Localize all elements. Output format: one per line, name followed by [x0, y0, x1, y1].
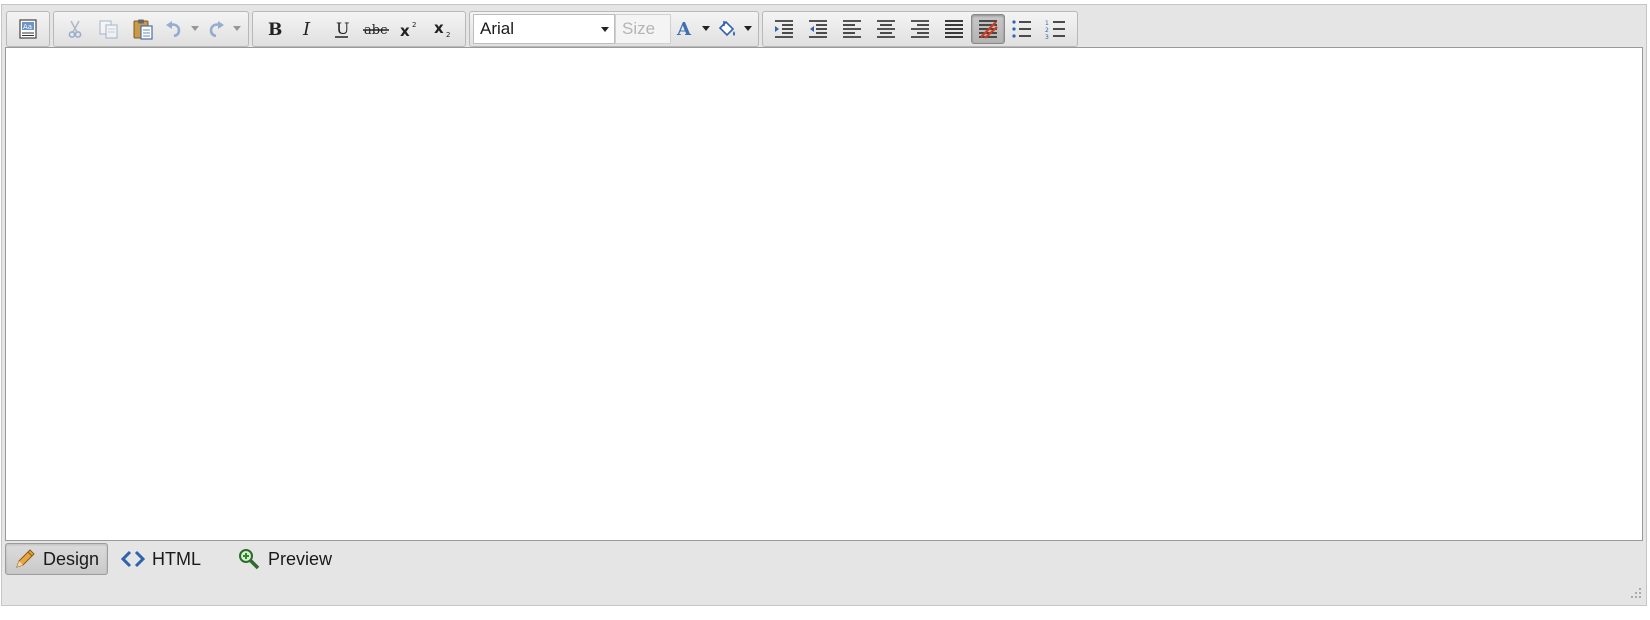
- editor-content-area[interactable]: [5, 47, 1643, 541]
- tab-preview-label: Preview: [268, 548, 333, 569]
- tab-preview[interactable]: Preview: [228, 543, 341, 575]
- bold-button[interactable]: B: [257, 14, 291, 44]
- chevron-down-icon: [233, 26, 241, 31]
- align-right-icon: [911, 20, 929, 38]
- font-size-select[interactable]: Size: [615, 14, 671, 44]
- strikethrough-icon: abc: [363, 23, 389, 38]
- clear-formatting-button[interactable]: [971, 14, 1005, 44]
- pencil-icon: [14, 548, 36, 570]
- indent-button[interactable]: [767, 14, 801, 44]
- svg-text:U: U: [336, 19, 349, 38]
- svg-text:x: x: [434, 19, 444, 37]
- svg-text:2: 2: [1045, 27, 1049, 34]
- font-name-value: Arial: [480, 19, 515, 38]
- svg-text:Aa: Aa: [23, 23, 32, 31]
- bold-icon: B: [268, 20, 282, 39]
- justify-button[interactable]: [937, 14, 971, 44]
- highlight-color-dropdown[interactable]: [741, 14, 755, 44]
- superscript-button[interactable]: x 2: [393, 14, 427, 44]
- align-center-icon: [877, 20, 895, 38]
- tab-design[interactable]: Design: [5, 543, 109, 575]
- indent-icon: [775, 20, 793, 38]
- font-color-button[interactable]: A: [671, 14, 699, 44]
- align-left-button[interactable]: [835, 14, 869, 44]
- svg-text:1: 1: [1045, 20, 1049, 27]
- cut-icon: [68, 20, 82, 38]
- tab-design-label: Design: [43, 548, 100, 569]
- undo-icon: [166, 21, 181, 38]
- subscript-icon: x 2: [434, 19, 450, 39]
- bullet-list-button[interactable]: [1005, 14, 1039, 44]
- clear-formatting-icon: [979, 20, 998, 39]
- chevron-down-icon: [191, 26, 199, 31]
- outdent-icon: [809, 20, 827, 38]
- superscript-icon: x 2: [400, 21, 416, 39]
- paste-button[interactable]: [126, 14, 160, 44]
- toolbar-group-paragraph: 1 2 3: [762, 11, 1078, 47]
- undo-dropdown[interactable]: [188, 14, 202, 44]
- numbered-list-button[interactable]: 1 2 3: [1039, 14, 1073, 44]
- module-icon: Aa: [19, 19, 37, 39]
- redo-dropdown[interactable]: [230, 14, 244, 44]
- justify-icon: [945, 20, 963, 38]
- svg-text:x: x: [400, 22, 410, 39]
- tab-html[interactable]: HTML: [112, 543, 210, 575]
- font-color-icon: A: [676, 19, 692, 39]
- copy-button[interactable]: [92, 14, 126, 44]
- numbered-list-icon: 1 2 3: [1045, 20, 1065, 40]
- svg-text:I: I: [302, 19, 311, 39]
- code-icon: [121, 549, 146, 569]
- italic-button[interactable]: I: [291, 14, 325, 44]
- cut-button[interactable]: [58, 14, 92, 44]
- highlight-color-button[interactable]: [713, 14, 741, 44]
- chevron-down-icon: [744, 26, 752, 31]
- highlight-color-icon: [718, 20, 735, 37]
- svg-text:B: B: [268, 20, 282, 39]
- toolbar-group-font: Arial Size A: [469, 11, 759, 47]
- align-center-button[interactable]: [869, 14, 903, 44]
- svg-text:A: A: [676, 19, 692, 39]
- font-color-dropdown[interactable]: [699, 14, 713, 44]
- svg-text:2: 2: [412, 21, 416, 29]
- undo-button[interactable]: [160, 14, 188, 44]
- svg-text:3: 3: [1045, 34, 1049, 40]
- toolbar-group-clipboard: [53, 11, 249, 47]
- redo-icon: [209, 21, 224, 38]
- editor-toolbar: Aa B I U abc x 2 x 2 Arial Size A 1 2 3: [6, 9, 1081, 49]
- editor-mode-bar: Design HTML Preview: [5, 542, 345, 576]
- module-button[interactable]: Aa: [11, 14, 45, 44]
- resize-grip-icon[interactable]: [1628, 585, 1642, 599]
- align-right-button[interactable]: [903, 14, 937, 44]
- align-left-icon: [843, 20, 861, 38]
- toolbar-group-module: Aa: [6, 11, 50, 47]
- underline-button[interactable]: U: [325, 14, 359, 44]
- html-editor: Aa B I U abc x 2 x 2 Arial Size A 1 2 3 …: [1, 4, 1647, 606]
- font-size-placeholder: Size: [622, 19, 656, 38]
- tab-html-label: HTML: [152, 548, 202, 569]
- bullet-list-icon: [1012, 20, 1031, 38]
- copy-icon: [99, 20, 118, 39]
- paste-icon: [133, 19, 153, 40]
- font-name-select[interactable]: Arial: [473, 14, 615, 44]
- outdent-button[interactable]: [801, 14, 835, 44]
- chevron-down-icon: [702, 26, 710, 31]
- subscript-button[interactable]: x 2: [427, 14, 461, 44]
- strikethrough-button[interactable]: abc: [359, 14, 393, 44]
- magnifier-icon: [237, 548, 261, 570]
- italic-icon: I: [302, 19, 311, 39]
- underline-icon: U: [335, 19, 349, 38]
- chevron-down-icon: [601, 27, 609, 32]
- redo-button[interactable]: [202, 14, 230, 44]
- svg-text:2: 2: [446, 31, 450, 39]
- toolbar-group-text-style: B I U abc x 2 x 2: [252, 11, 466, 47]
